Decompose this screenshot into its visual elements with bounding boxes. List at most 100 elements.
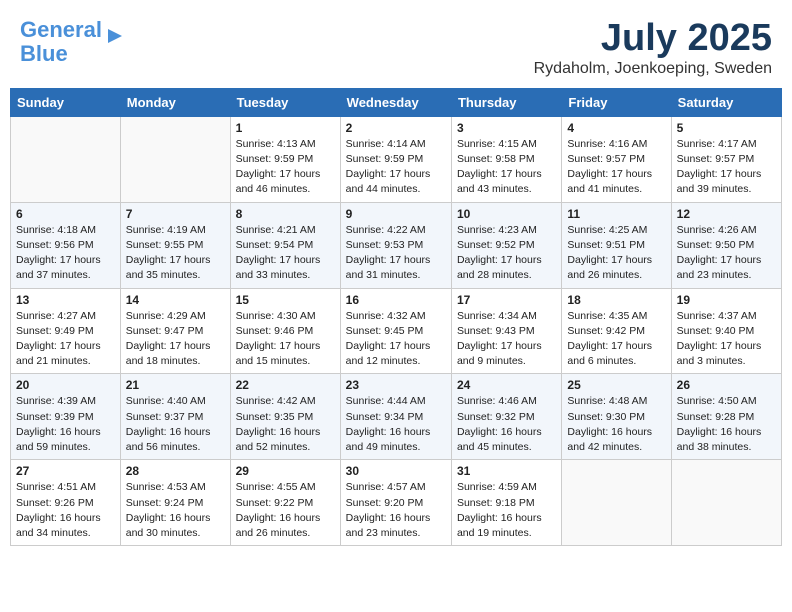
- day-number: 19: [677, 293, 776, 307]
- day-info: Sunrise: 4:17 AM Sunset: 9:57 PM Dayligh…: [677, 137, 776, 198]
- day-number: 23: [346, 378, 446, 392]
- day-cell: 15Sunrise: 4:30 AM Sunset: 9:46 PM Dayli…: [230, 288, 340, 374]
- day-cell: 28 Sunrise: 4:53 AM Sunset: 9:24 PM Dayli…: [120, 460, 230, 546]
- month-title: July 2025: [534, 18, 772, 60]
- day-cell: 2 Sunrise: 4:14 AM Sunset: 9:59 PM Daylig…: [340, 116, 451, 202]
- day-number: 13: [16, 293, 115, 307]
- day-info: Sunrise: 4:40 AM Sunset: 9:37 PM Dayligh…: [126, 394, 225, 455]
- day-number: 25: [567, 378, 665, 392]
- day-number: 8: [236, 207, 335, 221]
- day-cell: 12Sunrise: 4:26 AM Sunset: 9:50 PM Dayli…: [671, 202, 781, 288]
- day-cell: 1 Sunrise: 4:13 AM Sunset: 9:59 PM Daylig…: [230, 116, 340, 202]
- week-row-4: 20Sunrise: 4:39 AM Sunset: 9:39 PM Dayli…: [11, 374, 782, 460]
- day-cell: [562, 460, 671, 546]
- calendar-table: SundayMondayTuesdayWednesdayThursdayFrid…: [10, 88, 782, 546]
- day-info: Sunrise: 4:14 AM Sunset: 9:59 PM Dayligh…: [346, 137, 446, 198]
- day-number: 3: [457, 121, 556, 135]
- day-cell: 27Sunrise: 4:51 AM Sunset: 9:26 PM Dayli…: [11, 460, 121, 546]
- day-info: Sunrise: 4:18 AM Sunset: 9:56 PM Dayligh…: [16, 223, 115, 284]
- day-cell: 20Sunrise: 4:39 AM Sunset: 9:39 PM Dayli…: [11, 374, 121, 460]
- weekday-header-thursday: Thursday: [451, 88, 561, 116]
- day-cell: 25 Sunrise: 4:48 AM Sunset: 9:30 PM Dayli…: [562, 374, 671, 460]
- weekday-header-friday: Friday: [562, 88, 671, 116]
- day-info: Sunrise: 4:44 AM Sunset: 9:34 PM Dayligh…: [346, 394, 446, 455]
- day-cell: 13 Sunrise: 4:27 AM Sunset: 9:49 PM Dayli…: [11, 288, 121, 374]
- header: General Blue July 2025 Rydaholm, Joenkoe…: [10, 10, 782, 82]
- day-info: Sunrise: 4:57 AM Sunset: 9:20 PM Dayligh…: [346, 480, 446, 541]
- day-cell: 26Sunrise: 4:50 AM Sunset: 9:28 PM Dayli…: [671, 374, 781, 460]
- day-number: 21: [126, 378, 225, 392]
- day-info: Sunrise: 4:37 AM Sunset: 9:40 PM Dayligh…: [677, 309, 776, 370]
- day-cell: 16Sunrise: 4:32 AM Sunset: 9:45 PM Dayli…: [340, 288, 451, 374]
- day-number: 26: [677, 378, 776, 392]
- day-info: Sunrise: 4:25 AM Sunset: 9:51 PM Dayligh…: [567, 223, 665, 284]
- day-number: 1: [236, 121, 335, 135]
- day-number: 15: [236, 293, 335, 307]
- day-cell: [11, 116, 121, 202]
- day-info: Sunrise: 4:46 AM Sunset: 9:32 PM Dayligh…: [457, 394, 556, 455]
- week-row-2: 6 Sunrise: 4:18 AM Sunset: 9:56 PM Daylig…: [11, 202, 782, 288]
- day-info: Sunrise: 4:59 AM Sunset: 9:18 PM Dayligh…: [457, 480, 556, 541]
- day-cell: 10Sunrise: 4:23 AM Sunset: 9:52 PM Dayli…: [451, 202, 561, 288]
- week-row-1: 1 Sunrise: 4:13 AM Sunset: 9:59 PM Daylig…: [11, 116, 782, 202]
- title-block: July 2025 Rydaholm, Joenkoeping, Sweden: [534, 18, 772, 78]
- day-cell: 4Sunrise: 4:16 AM Sunset: 9:57 PM Daylig…: [562, 116, 671, 202]
- logo-arrow-icon: [104, 25, 126, 47]
- weekday-header-wednesday: Wednesday: [340, 88, 451, 116]
- week-row-5: 27Sunrise: 4:51 AM Sunset: 9:26 PM Dayli…: [11, 460, 782, 546]
- day-cell: 29 Sunrise: 4:55 AM Sunset: 9:22 PM Dayli…: [230, 460, 340, 546]
- day-info: Sunrise: 4:55 AM Sunset: 9:22 PM Dayligh…: [236, 480, 335, 541]
- day-number: 31: [457, 464, 556, 478]
- day-cell: [120, 116, 230, 202]
- day-cell: 17 Sunrise: 4:34 AM Sunset: 9:43 PM Dayli…: [451, 288, 561, 374]
- day-info: Sunrise: 4:42 AM Sunset: 9:35 PM Dayligh…: [236, 394, 335, 455]
- day-number: 22: [236, 378, 335, 392]
- day-info: Sunrise: 4:35 AM Sunset: 9:42 PM Dayligh…: [567, 309, 665, 370]
- day-info: Sunrise: 4:21 AM Sunset: 9:54 PM Dayligh…: [236, 223, 335, 284]
- day-cell: 21 Sunrise: 4:40 AM Sunset: 9:37 PM Dayli…: [120, 374, 230, 460]
- day-number: 6: [16, 207, 115, 221]
- day-number: 28: [126, 464, 225, 478]
- day-cell: 31 Sunrise: 4:59 AM Sunset: 9:18 PM Dayli…: [451, 460, 561, 546]
- day-info: Sunrise: 4:16 AM Sunset: 9:57 PM Dayligh…: [567, 137, 665, 198]
- day-cell: 7 Sunrise: 4:19 AM Sunset: 9:55 PM Daylig…: [120, 202, 230, 288]
- day-info: Sunrise: 4:39 AM Sunset: 9:39 PM Dayligh…: [16, 394, 115, 455]
- day-info: Sunrise: 4:27 AM Sunset: 9:49 PM Dayligh…: [16, 309, 115, 370]
- weekday-header-monday: Monday: [120, 88, 230, 116]
- day-number: 2: [346, 121, 446, 135]
- day-cell: 6 Sunrise: 4:18 AM Sunset: 9:56 PM Daylig…: [11, 202, 121, 288]
- day-number: 17: [457, 293, 556, 307]
- day-info: Sunrise: 4:19 AM Sunset: 9:55 PM Dayligh…: [126, 223, 225, 284]
- weekday-header-sunday: Sunday: [11, 88, 121, 116]
- day-cell: 9 Sunrise: 4:22 AM Sunset: 9:53 PM Daylig…: [340, 202, 451, 288]
- day-info: Sunrise: 4:13 AM Sunset: 9:59 PM Dayligh…: [236, 137, 335, 198]
- day-info: Sunrise: 4:22 AM Sunset: 9:53 PM Dayligh…: [346, 223, 446, 284]
- weekday-header-tuesday: Tuesday: [230, 88, 340, 116]
- day-number: 18: [567, 293, 665, 307]
- day-number: 7: [126, 207, 225, 221]
- week-row-3: 13 Sunrise: 4:27 AM Sunset: 9:49 PM Dayli…: [11, 288, 782, 374]
- day-number: 16: [346, 293, 446, 307]
- day-cell: [671, 460, 781, 546]
- day-number: 14: [126, 293, 225, 307]
- day-number: 29: [236, 464, 335, 478]
- day-info: Sunrise: 4:34 AM Sunset: 9:43 PM Dayligh…: [457, 309, 556, 370]
- day-info: Sunrise: 4:15 AM Sunset: 9:58 PM Dayligh…: [457, 137, 556, 198]
- day-cell: 19 Sunrise: 4:37 AM Sunset: 9:40 PM Dayli…: [671, 288, 781, 374]
- day-number: 30: [346, 464, 446, 478]
- weekday-header-row: SundayMondayTuesdayWednesdayThursdayFrid…: [11, 88, 782, 116]
- day-cell: 3 Sunrise: 4:15 AM Sunset: 9:58 PM Daylig…: [451, 116, 561, 202]
- day-info: Sunrise: 4:53 AM Sunset: 9:24 PM Dayligh…: [126, 480, 225, 541]
- day-info: Sunrise: 4:51 AM Sunset: 9:26 PM Dayligh…: [16, 480, 115, 541]
- day-number: 10: [457, 207, 556, 221]
- day-cell: 24Sunrise: 4:46 AM Sunset: 9:32 PM Dayli…: [451, 374, 561, 460]
- day-cell: 14Sunrise: 4:29 AM Sunset: 9:47 PM Dayli…: [120, 288, 230, 374]
- day-number: 11: [567, 207, 665, 221]
- day-info: Sunrise: 4:48 AM Sunset: 9:30 PM Dayligh…: [567, 394, 665, 455]
- day-number: 9: [346, 207, 446, 221]
- day-cell: 5Sunrise: 4:17 AM Sunset: 9:57 PM Daylig…: [671, 116, 781, 202]
- logo: General Blue: [20, 18, 126, 66]
- logo-text: General Blue: [20, 18, 102, 66]
- day-cell: 23 Sunrise: 4:44 AM Sunset: 9:34 PM Dayli…: [340, 374, 451, 460]
- location: Rydaholm, Joenkoeping, Sweden: [534, 60, 772, 78]
